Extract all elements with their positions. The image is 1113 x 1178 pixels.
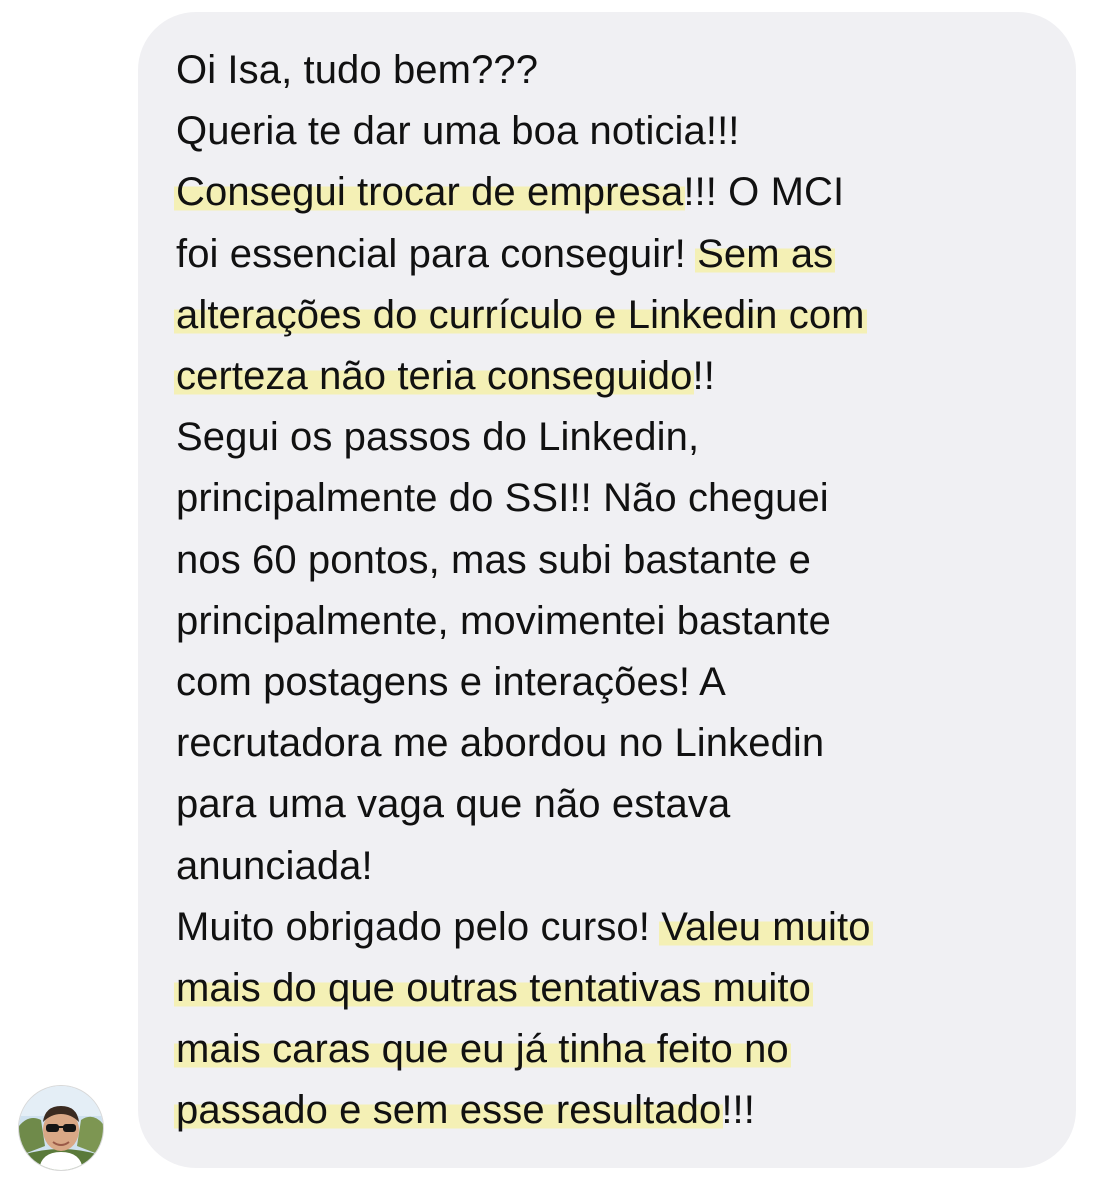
message-line: mais do que outras tentativas muito bbox=[174, 958, 1056, 1019]
highlighted-text: mais do que outras tentativas muito bbox=[174, 966, 813, 1011]
highlighted-text: mais caras que eu já tinha feito no bbox=[174, 1027, 791, 1072]
avatar-photo-icon bbox=[19, 1086, 103, 1170]
message-line: alterações do currículo e Linkedin com bbox=[174, 285, 1056, 346]
message-line: nos 60 pontos, mas subi bastante e bbox=[176, 530, 1056, 591]
sender-avatar[interactable] bbox=[18, 1085, 104, 1171]
message-line: Queria te dar uma boa noticia!!! bbox=[176, 101, 1056, 162]
message-text-segment: Muito obrigado pelo curso! bbox=[176, 904, 662, 949]
chat-screen: Oi Isa, tudo bem??? Queria te dar uma boa… bbox=[0, 0, 1113, 1178]
message-text-segment: com postagens e interações! A bbox=[176, 660, 726, 705]
message-text-segment: !!! O MCI bbox=[683, 170, 845, 215]
highlighted-text: Sem as bbox=[695, 231, 836, 276]
message-line: Segui os passos do Linkedin, bbox=[176, 407, 1056, 468]
message-line: passado e sem esse resultado!!! bbox=[174, 1080, 1056, 1141]
message-line: para uma vaga que não estava bbox=[176, 774, 1056, 835]
message-line: principalmente do SSI!! Não cheguei bbox=[176, 468, 1056, 529]
message-text-segment: para uma vaga que não estava bbox=[176, 782, 731, 827]
highlighted-text: Consegui trocar de empresa bbox=[174, 170, 686, 215]
message-text-segment: foi essencial para conseguir! bbox=[176, 231, 698, 276]
message-text-segment: !!! bbox=[721, 1088, 755, 1133]
message-line: principalmente, movimentei bastante bbox=[176, 591, 1056, 652]
message-text-segment: principalmente, movimentei bastante bbox=[176, 598, 831, 643]
message-text-segment: Queria te dar uma boa noticia!!! bbox=[176, 109, 740, 154]
highlighted-text: alterações do currículo e Linkedin com bbox=[174, 292, 867, 337]
message-line: mais caras que eu já tinha feito no bbox=[174, 1019, 1056, 1080]
message-line: com postagens e interações! A bbox=[176, 652, 1056, 713]
message-text-segment: Oi Isa, tudo bem??? bbox=[176, 48, 539, 92]
message-text-segment: anunciada! bbox=[176, 843, 373, 888]
message-text: Oi Isa, tudo bem??? Queria te dar uma boa… bbox=[174, 40, 1056, 1142]
message-line: recrutadora me abordou no Linkedin bbox=[176, 713, 1056, 774]
message-text-segment: nos 60 pontos, mas subi bastante e bbox=[176, 537, 811, 582]
message-line: Consegui trocar de empresa!!! O MCI bbox=[174, 162, 1056, 223]
message-line: Muito obrigado pelo curso! Valeu muito bbox=[176, 897, 1056, 958]
highlighted-text: passado e sem esse resultado bbox=[174, 1088, 724, 1133]
message-text-segment: principalmente do SSI!! Não cheguei bbox=[176, 476, 829, 521]
message-line: certeza não teria conseguido!! bbox=[174, 346, 1056, 407]
highlighted-text: Valeu muito bbox=[659, 904, 873, 949]
message-line: foi essencial para conseguir! Sem as bbox=[176, 224, 1056, 285]
message-text-segment: Segui os passos do Linkedin, bbox=[176, 415, 700, 460]
highlighted-text: certeza não teria conseguido bbox=[174, 354, 695, 399]
message-line: anunciada! bbox=[176, 836, 1056, 897]
message-line: Oi Isa, tudo bem??? bbox=[176, 40, 1056, 101]
message-text-segment: recrutadora me abordou no Linkedin bbox=[176, 721, 825, 766]
message-text-segment: !! bbox=[692, 354, 715, 399]
